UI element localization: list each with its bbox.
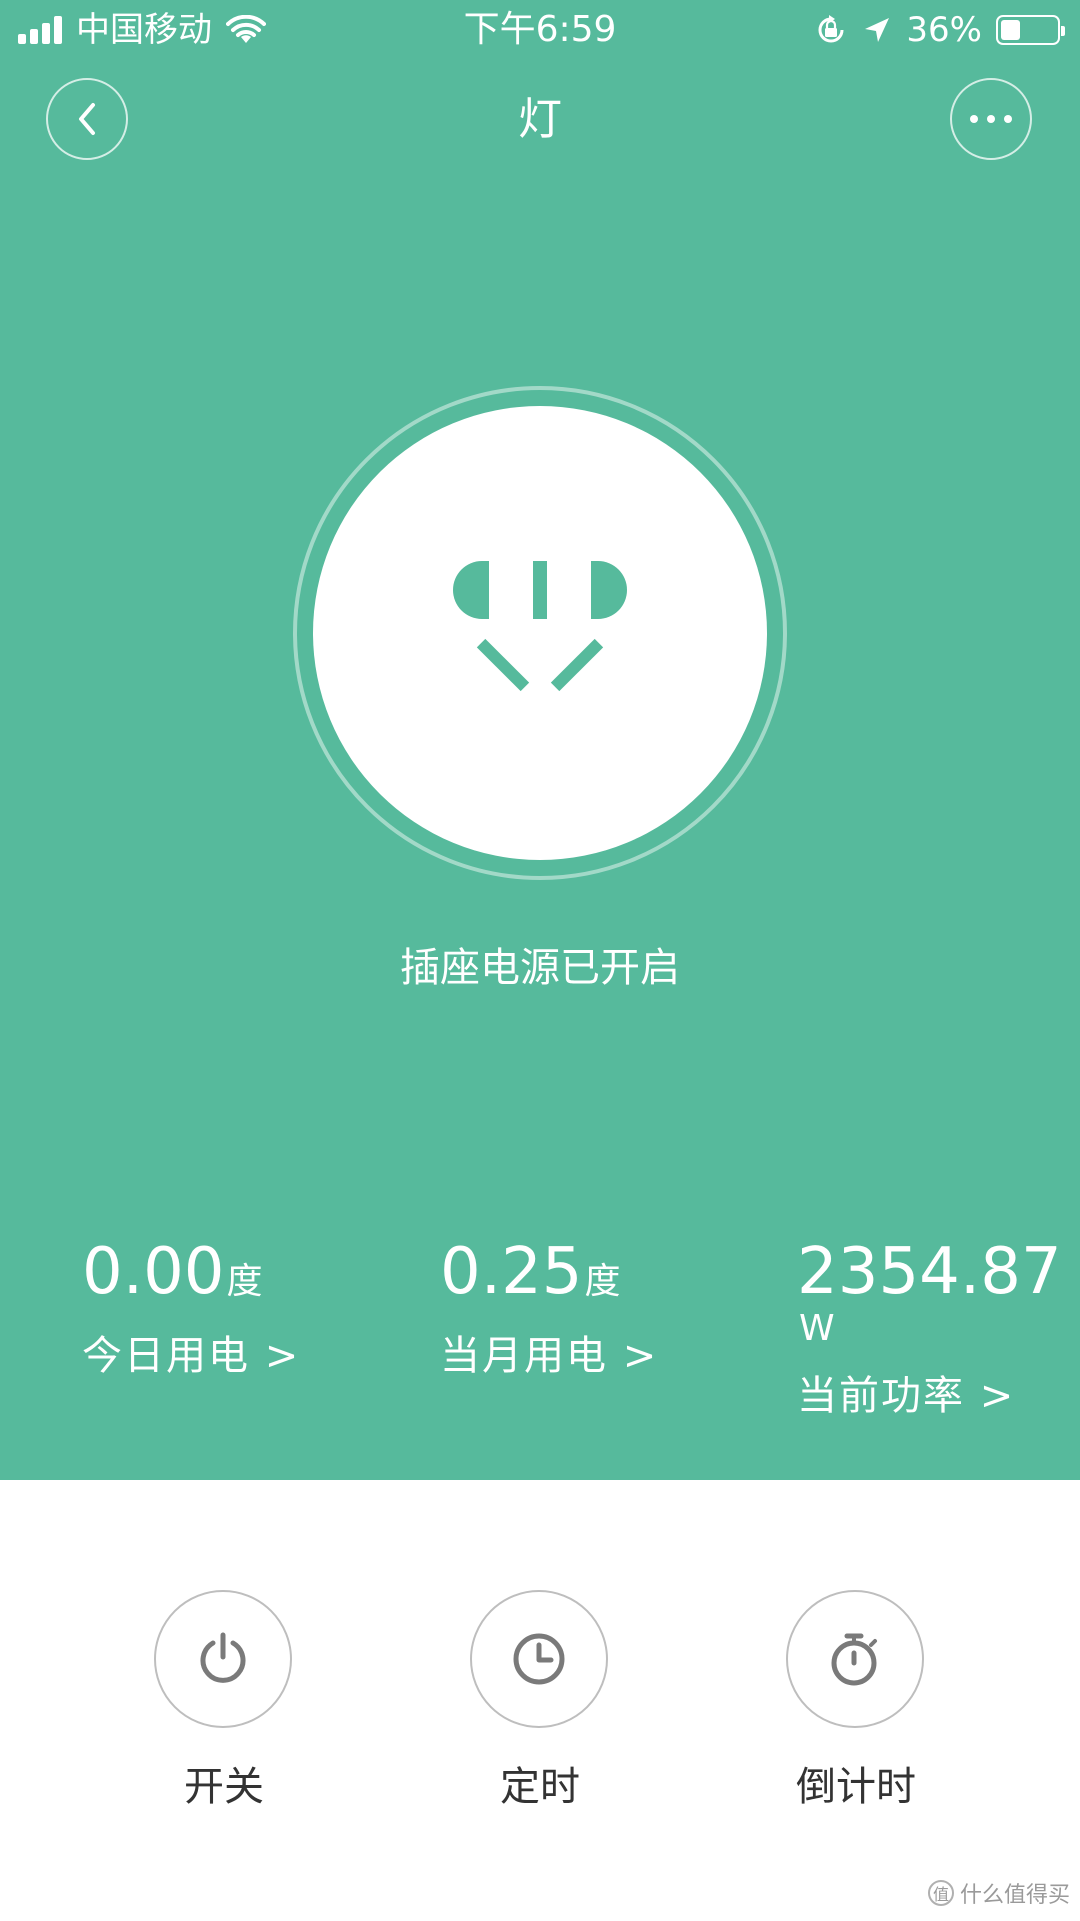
- stat-unit: 度: [584, 1261, 621, 1302]
- control-label: 倒计时: [796, 1764, 916, 1810]
- stat-value: 0.00: [82, 1235, 225, 1309]
- watermark-badge: 值: [927, 1880, 954, 1906]
- power-icon: [200, 1632, 246, 1683]
- control-timer[interactable]: 定时: [470, 1590, 610, 1810]
- control-countdown[interactable]: 倒计时: [786, 1590, 926, 1810]
- countdown-button[interactable]: [786, 1590, 924, 1728]
- status-bar: 中国移动 下午6:59 36%: [0, 0, 1080, 60]
- power-status-text: 插座电源已开启: [400, 945, 680, 991]
- more-horizontal-icon: [970, 115, 1012, 123]
- watermark-text: 什么值得买: [959, 1883, 1070, 1908]
- power-button[interactable]: [154, 1590, 292, 1728]
- battery-percent: 36%: [906, 10, 982, 50]
- stat-current-power[interactable]: 2354.87W 当前功率 >: [797, 1235, 1080, 1421]
- stat-unit: 度: [226, 1261, 263, 1302]
- stat-unit: W: [799, 1308, 835, 1349]
- battery-level-fill: [1001, 20, 1020, 40]
- power-socket-icon: [453, 561, 627, 692]
- top-panel: 中国移动 下午6:59 36% 灯 插座电源已开启 0.00度 今日用电 > 0…: [0, 0, 1080, 1480]
- battery-cap: [1061, 26, 1065, 36]
- stat-label: 当前功率 >: [797, 1373, 1016, 1419]
- stat-label: 当月用电 >: [440, 1333, 659, 1379]
- status-right: 36%: [814, 10, 1065, 50]
- clock-icon: [513, 1633, 565, 1685]
- more-button[interactable]: [950, 78, 1032, 160]
- page-title: 灯: [518, 94, 562, 145]
- location-arrow-icon: [865, 18, 890, 42]
- stat-value: 2354.87: [797, 1235, 1062, 1309]
- stat-label: 今日用电 >: [82, 1333, 301, 1379]
- timer-button[interactable]: [470, 1590, 608, 1728]
- stat-today-usage[interactable]: 0.00度 今日用电 >: [82, 1235, 300, 1381]
- watermark: 值 什么值得买: [927, 1877, 1070, 1909]
- control-label: 定时: [500, 1764, 580, 1810]
- stopwatch-icon: [831, 1633, 877, 1686]
- stat-value: 0.25: [440, 1235, 583, 1309]
- stat-month-usage[interactable]: 0.25度 当月用电 >: [440, 1235, 658, 1381]
- battery-icon: [996, 15, 1065, 45]
- control-power[interactable]: 开关: [154, 1590, 294, 1810]
- rotation-lock-icon: [818, 15, 844, 43]
- control-label: 开关: [184, 1764, 264, 1810]
